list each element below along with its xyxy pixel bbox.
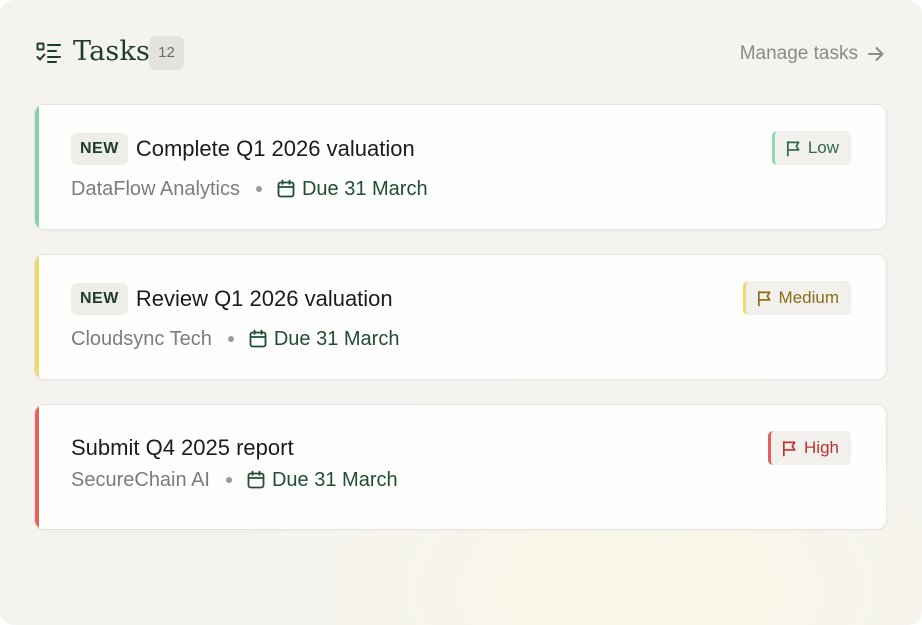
checklist-icon bbox=[36, 42, 61, 63]
task-title: Review Q1 2026 valuation bbox=[135, 286, 393, 311]
priority-label: Low bbox=[807, 138, 839, 157]
tasks-header: Tasks 12 Manage tasks bbox=[36, 34, 886, 74]
new-badge: NEW bbox=[71, 133, 128, 165]
calendar-icon bbox=[249, 329, 267, 348]
task-card[interactable]: NEW Complete Q1 2026 valuation DataFlow … bbox=[34, 104, 887, 230]
page-title: Tasks bbox=[73, 36, 151, 67]
priority-accent-bar bbox=[35, 105, 39, 229]
new-badge: NEW bbox=[71, 283, 128, 315]
task-meta-row: DataFlow Analytics Due 31 March bbox=[71, 175, 428, 203]
flag-icon bbox=[786, 140, 800, 156]
separator-dot bbox=[227, 336, 234, 342]
flag-icon bbox=[757, 290, 771, 306]
arrow-right-icon bbox=[868, 47, 884, 61]
task-title: Submit Q4 2025 report bbox=[71, 435, 294, 460]
calendar-icon bbox=[247, 470, 265, 489]
task-company: SecureChain AI bbox=[71, 468, 210, 491]
flag-icon bbox=[783, 440, 796, 456]
task-card[interactable]: Submit Q4 2025 report SecureChain AI Due… bbox=[34, 404, 887, 530]
task-company: DataFlow Analytics bbox=[71, 177, 240, 200]
task-title: Complete Q1 2026 valuation bbox=[135, 136, 415, 161]
task-title-row: NEW Review Q1 2026 valuation bbox=[71, 282, 393, 316]
priority-badge: High bbox=[768, 431, 851, 465]
task-meta-row: Cloudsync Tech Due 31 March bbox=[71, 325, 399, 353]
manage-tasks-label: Manage tasks bbox=[739, 43, 858, 64]
separator-dot bbox=[255, 186, 262, 192]
task-title-row: NEW Complete Q1 2026 valuation bbox=[71, 132, 415, 166]
separator-dot bbox=[225, 477, 232, 483]
priority-badge: Low bbox=[771, 131, 851, 165]
task-count-badge: 12 bbox=[149, 36, 184, 70]
priority-accent-bar bbox=[35, 405, 39, 529]
task-due-date: Due 31 March bbox=[273, 327, 400, 350]
manage-tasks-link[interactable]: Manage tasks bbox=[740, 40, 886, 68]
task-card[interactable]: NEW Review Q1 2026 valuation Cloudsync T… bbox=[34, 254, 887, 380]
task-due-date: Due 31 March bbox=[271, 468, 398, 491]
task-meta-row: SecureChain AI Due 31 March bbox=[71, 466, 398, 494]
task-due-date: Due 31 March bbox=[301, 177, 428, 200]
task-company: Cloudsync Tech bbox=[71, 327, 212, 350]
priority-accent-bar bbox=[35, 255, 39, 379]
priority-label: High bbox=[804, 438, 839, 457]
tasks-panel: Tasks 12 Manage tasks NEW Complete Q1 20… bbox=[0, 0, 922, 625]
priority-badge: Medium bbox=[742, 281, 851, 315]
task-title-row: Submit Q4 2025 report bbox=[71, 431, 294, 465]
priority-label: Medium bbox=[778, 288, 839, 307]
calendar-icon bbox=[277, 179, 295, 198]
